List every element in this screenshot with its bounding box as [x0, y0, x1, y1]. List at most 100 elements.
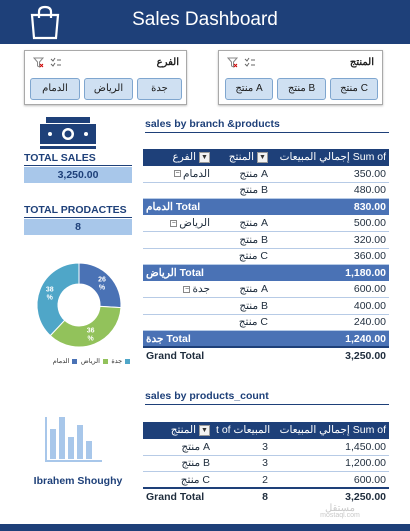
- subtotal-value: 830.00: [271, 198, 389, 216]
- legend-item: جدة: [111, 358, 130, 365]
- divider: [145, 132, 389, 133]
- value-cell: 320.00: [271, 231, 389, 249]
- slicer-item-product-a[interactable]: منتج A: [225, 78, 273, 100]
- grand-total-row: Grand Total 3,250.00: [143, 346, 389, 364]
- branch-cell[interactable]: − الدمام: [143, 165, 213, 183]
- branch-products-pivot: الفرع ▼ المنتج ▼ إجمالي المبيعات Sum of − ا…: [143, 149, 389, 364]
- value-cell: 600.00: [271, 471, 389, 489]
- column-header-sum: إجمالي المبيعات Sum of: [271, 422, 389, 439]
- value-cell: 350.00: [271, 165, 389, 183]
- products-count-pivot: المنتج ▼ t of المبيعات إجمالي المبيعات Su…: [143, 422, 389, 505]
- table-row: منتج B 480.00: [143, 182, 389, 199]
- slicer-item-jeddah[interactable]: جدة: [137, 78, 182, 100]
- slicer-item-dammam[interactable]: الدمام: [30, 78, 80, 100]
- donut-slice-label: 38%: [46, 286, 54, 301]
- subtotal-row: الرياض Total 1,180.00: [143, 264, 389, 282]
- branch-cell: [143, 182, 213, 199]
- divider: [24, 217, 132, 218]
- subtotal-label: جدة Total: [143, 330, 271, 348]
- value-cell: 1,200.00: [271, 455, 389, 472]
- product-cell: منتج B: [213, 182, 271, 199]
- value-cell: 600.00: [271, 281, 389, 298]
- total-sales-label: TOTAL SALES: [24, 152, 96, 164]
- collapse-icon[interactable]: −: [183, 285, 191, 293]
- donut-slice-label: 36%: [87, 327, 95, 342]
- table-row: − جدة منتج A 600.00: [143, 281, 389, 298]
- legend-swatch: [72, 358, 78, 364]
- count-cell: 2: [213, 471, 271, 489]
- product-cell: منتج C: [213, 314, 271, 331]
- subtotal-value: 1,180.00: [271, 264, 389, 282]
- filter-dropdown-icon[interactable]: ▼: [257, 151, 268, 163]
- clear-filter-icon[interactable]: [33, 57, 44, 68]
- value-cell: 500.00: [271, 215, 389, 232]
- slicer-product: المنتج منتج C منتج B منتج A: [218, 50, 383, 105]
- legend-swatch: [102, 358, 108, 364]
- clear-filter-icon[interactable]: [227, 57, 238, 68]
- branch-cell[interactable]: − جدة: [143, 281, 213, 298]
- donut-slice[interactable]: [49, 305, 122, 348]
- branch-cell: [143, 314, 213, 331]
- table1-title: sales by branch &products: [145, 118, 280, 130]
- donut-legend: جدة الرياض الدمام: [30, 357, 130, 365]
- watermark: مستقل mostaql.com: [290, 503, 390, 519]
- collapse-icon[interactable]: −: [174, 170, 182, 178]
- filter-dropdown-icon[interactable]: ▼: [199, 151, 210, 163]
- product-cell: منتج C: [213, 248, 271, 265]
- value-cell: 400.00: [271, 297, 389, 315]
- table-header-row: الفرع ▼ المنتج ▼ إجمالي المبيعات Sum of: [143, 149, 389, 166]
- legend-item: الدمام: [53, 358, 78, 365]
- table2-title: sales by products_count: [145, 390, 269, 402]
- grand-total-value: 3,250.00: [271, 346, 389, 364]
- slicer-branch-title: الفرع: [156, 57, 179, 68]
- branch-cell: [143, 248, 213, 265]
- bottom-band: [0, 524, 410, 531]
- subtotal-row: الدمام Total 830.00: [143, 198, 389, 216]
- product-cell: منتج B: [213, 297, 271, 315]
- total-products-label: TOTAL PRODACTES: [24, 204, 127, 216]
- column-header-count: t of المبيعات: [213, 422, 271, 439]
- donut-slice-label: 26%: [98, 276, 106, 291]
- legend-item: الرياض: [81, 358, 108, 365]
- table-row: منتج C 360.00: [143, 248, 389, 265]
- count-cell: 3: [213, 455, 271, 472]
- table-row: − الرياض منتج A 500.00: [143, 215, 389, 232]
- filter-dropdown-icon[interactable]: ▼: [199, 424, 210, 436]
- multi-select-icon[interactable]: [244, 57, 256, 68]
- value-cell: 360.00: [271, 248, 389, 265]
- value-cell: 240.00: [271, 314, 389, 331]
- slicer-product-title: المنتج: [349, 57, 374, 68]
- product-cell: منتج A: [143, 438, 213, 456]
- count-cell: 3: [213, 438, 271, 456]
- subtotal-label: الرياض Total: [143, 264, 271, 282]
- total-sales-value: 3,250.00: [24, 167, 132, 183]
- column-header-product[interactable]: المنتج ▼: [213, 149, 271, 166]
- divider: [145, 404, 389, 405]
- grand-total-label: Grand Total: [143, 346, 271, 364]
- legend-swatch: [125, 358, 130, 364]
- author-name: Ibrahem Shoughy: [33, 475, 123, 487]
- table-row: منتج C 240.00: [143, 314, 389, 331]
- table-row: منتج A 3 1,450.00: [143, 438, 389, 456]
- multi-select-icon[interactable]: [50, 57, 62, 68]
- product-cell: منتج A: [213, 165, 271, 183]
- table-row: منتج B 320.00: [143, 231, 389, 249]
- branch-share-donut: 26 % 36 % 38%: [36, 262, 122, 348]
- value-cell: 1,450.00: [271, 438, 389, 456]
- collapse-icon[interactable]: −: [170, 219, 178, 227]
- column-header-sum: إجمالي المبيعات Sum of: [271, 149, 389, 166]
- column-header-product[interactable]: المنتج ▼: [143, 422, 213, 439]
- slicer-item-product-c[interactable]: منتج C: [330, 78, 378, 100]
- slicer-item-product-b[interactable]: منتج B: [277, 78, 326, 100]
- branch-cell[interactable]: − الرياض: [143, 215, 213, 232]
- product-cell: منتج B: [143, 455, 213, 472]
- table-row: منتج B 400.00: [143, 297, 389, 315]
- table-row: منتج C 2 600.00: [143, 471, 389, 489]
- subtotal-value: 1,240.00: [271, 330, 389, 348]
- column-header-branch[interactable]: الفرع ▼: [143, 149, 213, 166]
- product-cell: منتج A: [213, 215, 271, 232]
- slicer-item-riyadh[interactable]: الرياض: [84, 78, 133, 100]
- value-cell: 480.00: [271, 182, 389, 199]
- table-row: − الدمام منتج A 350.00: [143, 165, 389, 183]
- watermark-latin: mostaql.com: [320, 512, 360, 519]
